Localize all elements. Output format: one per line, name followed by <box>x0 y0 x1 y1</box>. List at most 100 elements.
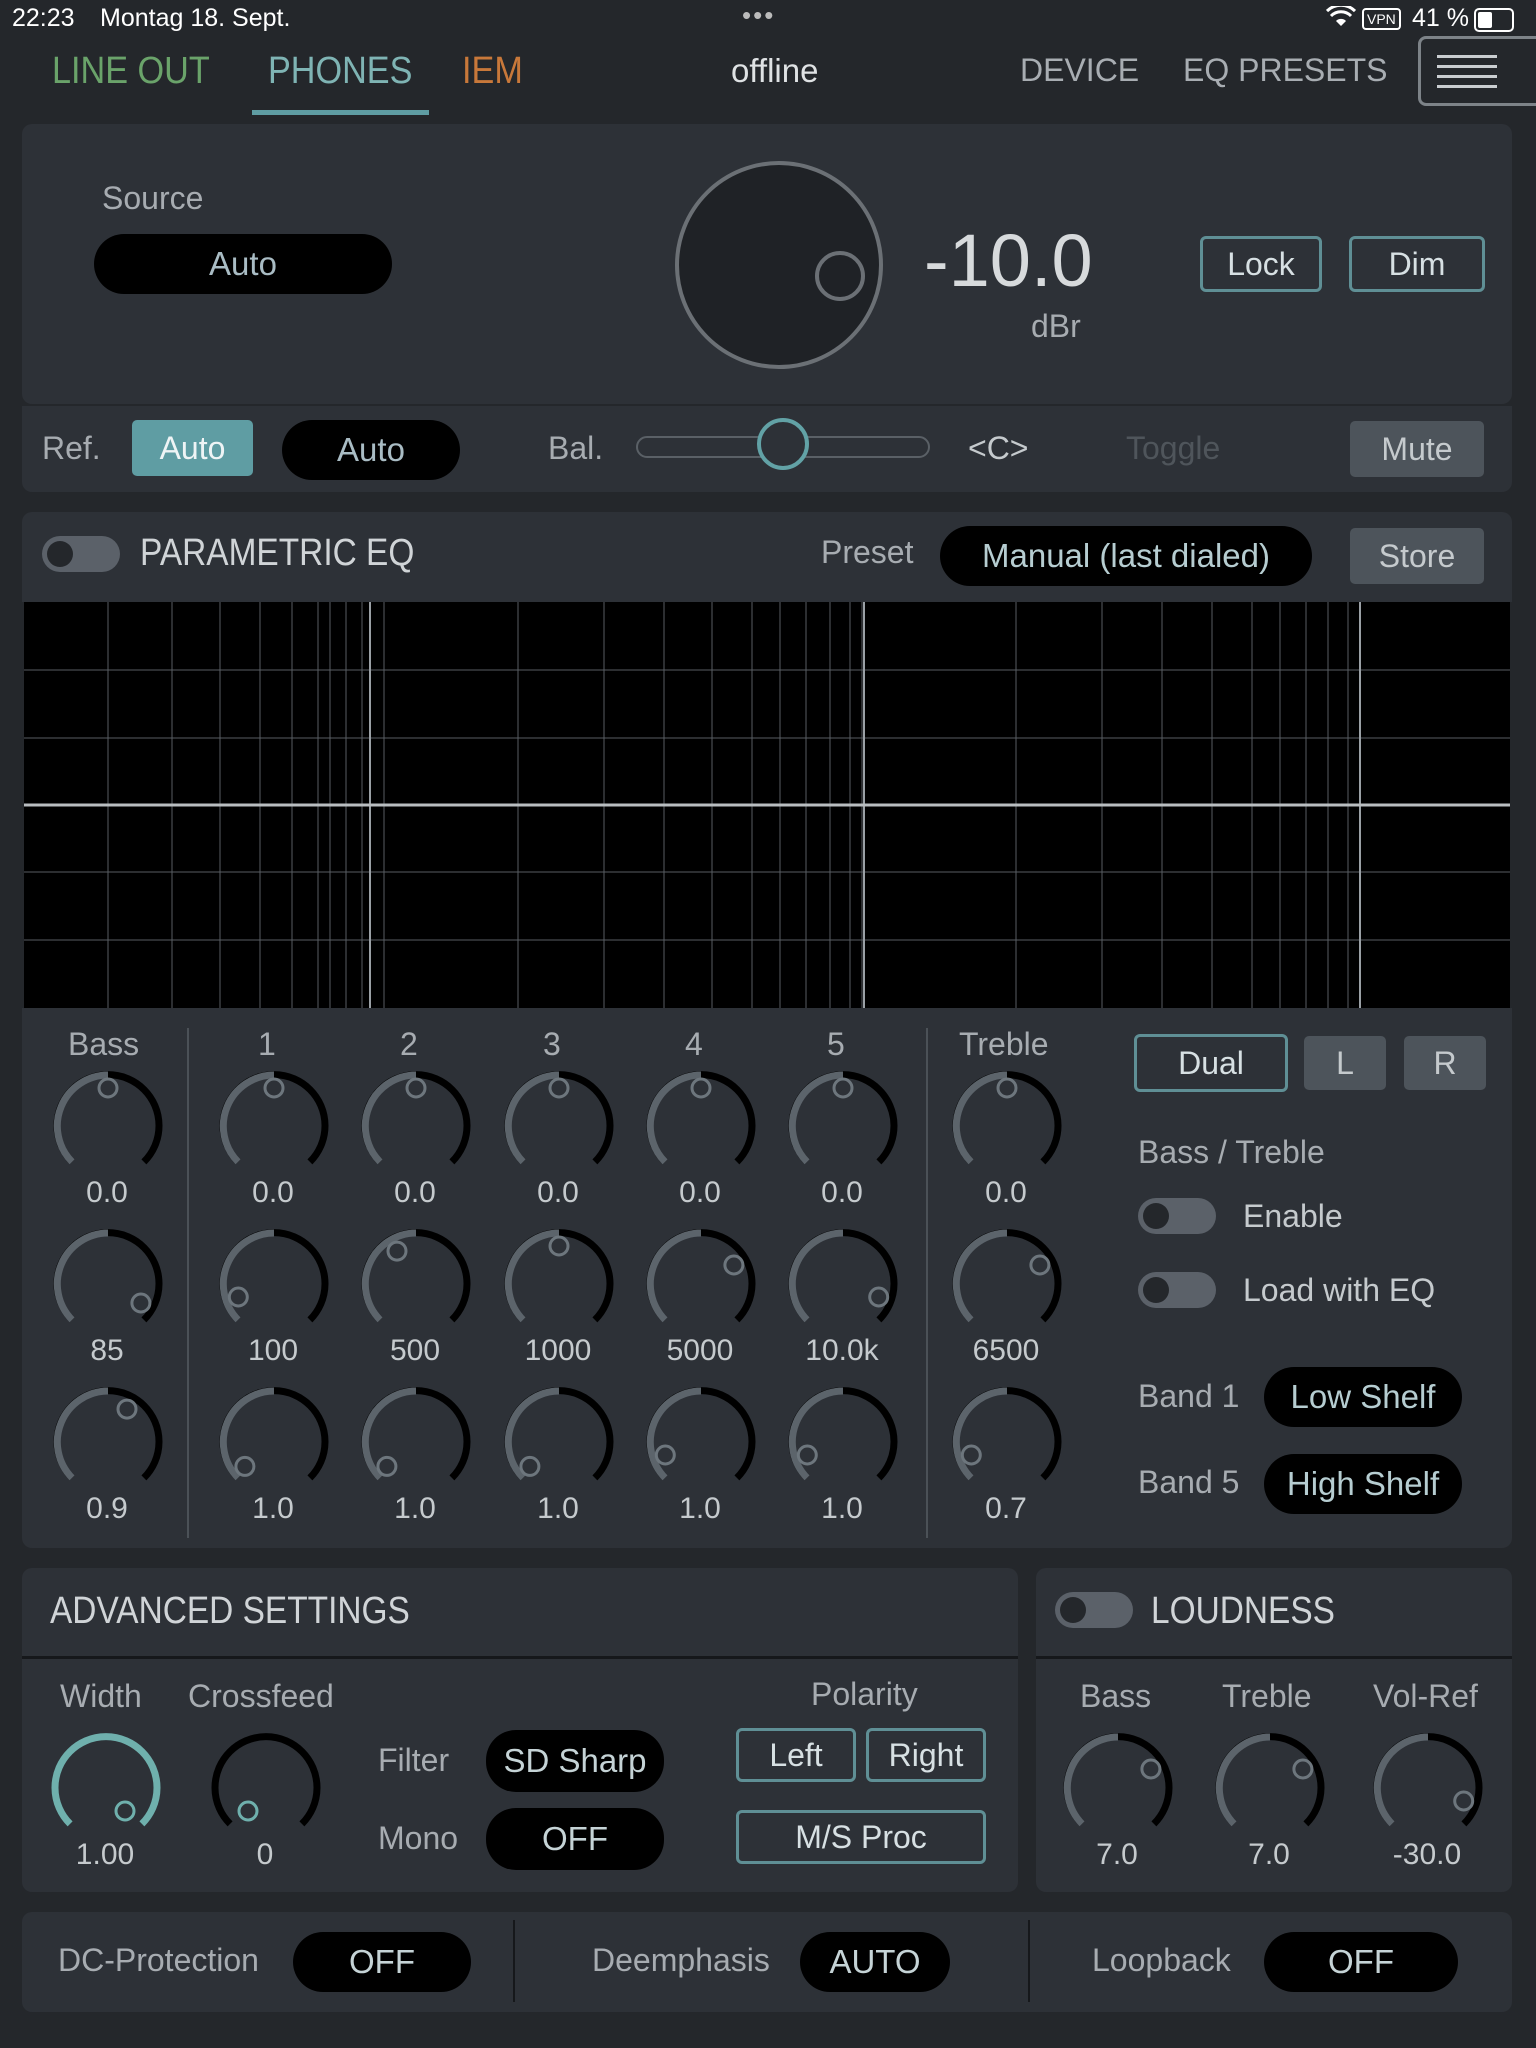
eq-2-gain-value: 0.0 <box>394 1176 436 1209</box>
polarity-left-button[interactable]: Left <box>736 1728 856 1782</box>
divider <box>22 1656 1018 1659</box>
peq-enable-toggle[interactable] <box>42 536 120 572</box>
eq-4-q-value: 1.0 <box>679 1492 721 1525</box>
mono-label: Mono <box>378 1820 459 1856</box>
divider <box>1028 1920 1030 2002</box>
deemphasis-select[interactable]: AUTO <box>800 1932 950 1992</box>
eq-treble-gain-value: 0.0 <box>985 1176 1027 1209</box>
width-knob[interactable] <box>46 1728 166 1853</box>
eq-5-q-knob[interactable] <box>783 1382 903 1507</box>
tab-line-out[interactable]: LINE OUT <box>52 50 210 93</box>
eq-treble-q-knob[interactable] <box>947 1382 1067 1507</box>
balance-label: Bal. <box>548 430 604 466</box>
loudness-volref-knob[interactable] <box>1368 1728 1488 1853</box>
eq-3-gain-value: 0.0 <box>537 1176 579 1209</box>
eq-1-freq-knob[interactable] <box>214 1224 334 1349</box>
loudness-treble-label: Treble <box>1222 1678 1312 1714</box>
bass-treble-enable-toggle[interactable] <box>1138 1198 1216 1234</box>
band5-type-select[interactable]: High Shelf <box>1264 1454 1462 1514</box>
eq-4-q-knob[interactable] <box>641 1382 761 1507</box>
eq-2-freq-knob[interactable] <box>356 1224 476 1349</box>
store-button[interactable]: Store <box>1350 528 1484 584</box>
polarity-label: Polarity <box>811 1676 918 1712</box>
source-select[interactable]: Auto <box>94 234 392 294</box>
eq-treble-gain-knob[interactable] <box>947 1066 1067 1191</box>
eq-4-gain-knob[interactable] <box>641 1066 761 1191</box>
divider <box>187 1028 189 1538</box>
eq-5-gain-knob[interactable] <box>783 1066 903 1191</box>
mono-select[interactable]: OFF <box>486 1808 664 1870</box>
battery-icon <box>1474 8 1514 32</box>
eq-4-freq-value: 5000 <box>666 1334 734 1367</box>
eq-3-gain-knob[interactable] <box>499 1066 619 1191</box>
crossfeed-label: Crossfeed <box>188 1678 334 1714</box>
dc-protection-select[interactable]: OFF <box>293 1932 471 1992</box>
loudness-treble-knob[interactable] <box>1210 1728 1330 1853</box>
loudness-bass-value: 7.0 <box>1096 1838 1138 1871</box>
peq-title: PARAMETRIC EQ <box>140 532 415 574</box>
nav-device[interactable]: DEVICE <box>1020 52 1139 89</box>
wifi-icon <box>1325 3 1357 35</box>
volume-value: -10.0 <box>924 219 1093 302</box>
menu-button[interactable] <box>1418 36 1536 106</box>
crossfeed-value: 0 <box>256 1838 274 1871</box>
eq-1-q-knob[interactable] <box>214 1382 334 1507</box>
band-label-1: 1 <box>258 1026 276 1062</box>
band1-type-select[interactable]: Low Shelf <box>1264 1367 1462 1427</box>
ref-level-select[interactable]: Auto <box>282 420 460 480</box>
eq-1-gain-value: 0.0 <box>252 1176 294 1209</box>
ref-auto-button[interactable]: Auto <box>132 420 253 476</box>
ms-proc-button[interactable]: M/S Proc <box>736 1810 986 1864</box>
tab-phones[interactable]: PHONES <box>268 50 412 93</box>
preset-select[interactable]: Manual (last dialed) <box>940 526 1312 586</box>
tab-iem[interactable]: IEM <box>462 50 523 93</box>
right-channel-button[interactable]: R <box>1404 1036 1486 1090</box>
eq-2-q-knob[interactable] <box>356 1382 476 1507</box>
eq-2-gain-knob[interactable] <box>356 1066 476 1191</box>
eq-1-q-value: 1.0 <box>252 1492 294 1525</box>
band5-label: Band 5 <box>1138 1464 1240 1500</box>
balance-slider[interactable] <box>636 418 930 470</box>
dc-protection-label: DC-Protection <box>58 1942 259 1978</box>
toggle-button[interactable]: Toggle <box>1126 430 1220 467</box>
eq-2-freq-value: 500 <box>389 1334 441 1367</box>
eq-5-freq-knob[interactable] <box>783 1224 903 1349</box>
mute-button[interactable]: Mute <box>1350 421 1484 477</box>
eq-4-freq-knob[interactable] <box>641 1224 761 1349</box>
eq-bass-q-knob[interactable] <box>48 1382 168 1507</box>
dual-button[interactable]: Dual <box>1134 1034 1288 1092</box>
loudness-volref-value: -30.0 <box>1392 1838 1462 1871</box>
preset-label: Preset <box>821 534 914 570</box>
loudness-bass-knob[interactable] <box>1058 1728 1178 1853</box>
multitask-dots[interactable]: ••• <box>742 0 775 31</box>
left-channel-button[interactable]: L <box>1304 1036 1386 1090</box>
loudness-enable-toggle[interactable] <box>1055 1592 1133 1628</box>
eq-3-q-knob[interactable] <box>499 1382 619 1507</box>
loudness-title: LOUDNESS <box>1151 1590 1335 1632</box>
balance-thumb[interactable] <box>757 418 809 470</box>
band-label-bass: Bass <box>68 1026 140 1062</box>
eq-bass-gain-knob[interactable] <box>48 1066 168 1191</box>
nav-eq-presets[interactable]: EQ PRESETS <box>1183 52 1388 89</box>
filter-label: Filter <box>378 1742 450 1778</box>
load-with-eq-toggle[interactable] <box>1138 1272 1216 1308</box>
divider <box>1036 1656 1512 1659</box>
bass-treble-title: Bass / Treble <box>1138 1134 1325 1170</box>
dim-button[interactable]: Dim <box>1349 236 1485 292</box>
eq-3-freq-knob[interactable] <box>499 1224 619 1349</box>
eq-bass-freq-knob[interactable] <box>48 1224 168 1349</box>
crossfeed-knob[interactable] <box>206 1728 326 1853</box>
loopback-select[interactable]: OFF <box>1264 1932 1458 1992</box>
volume-unit: dBr <box>1031 308 1081 344</box>
volume-knob[interactable] <box>672 158 886 372</box>
lock-button[interactable]: Lock <box>1200 236 1322 292</box>
tab-phones-underline <box>252 110 429 115</box>
filter-select[interactable]: SD Sharp <box>486 1730 664 1792</box>
balance-value: <C> <box>968 430 1029 466</box>
eq-graph[interactable] <box>24 602 1510 1008</box>
eq-1-gain-knob[interactable] <box>214 1066 334 1191</box>
enable-label: Enable <box>1243 1198 1343 1234</box>
eq-treble-freq-knob[interactable] <box>947 1224 1067 1349</box>
polarity-right-button[interactable]: Right <box>866 1728 986 1782</box>
eq-treble-freq-value: 6500 <box>972 1334 1040 1367</box>
